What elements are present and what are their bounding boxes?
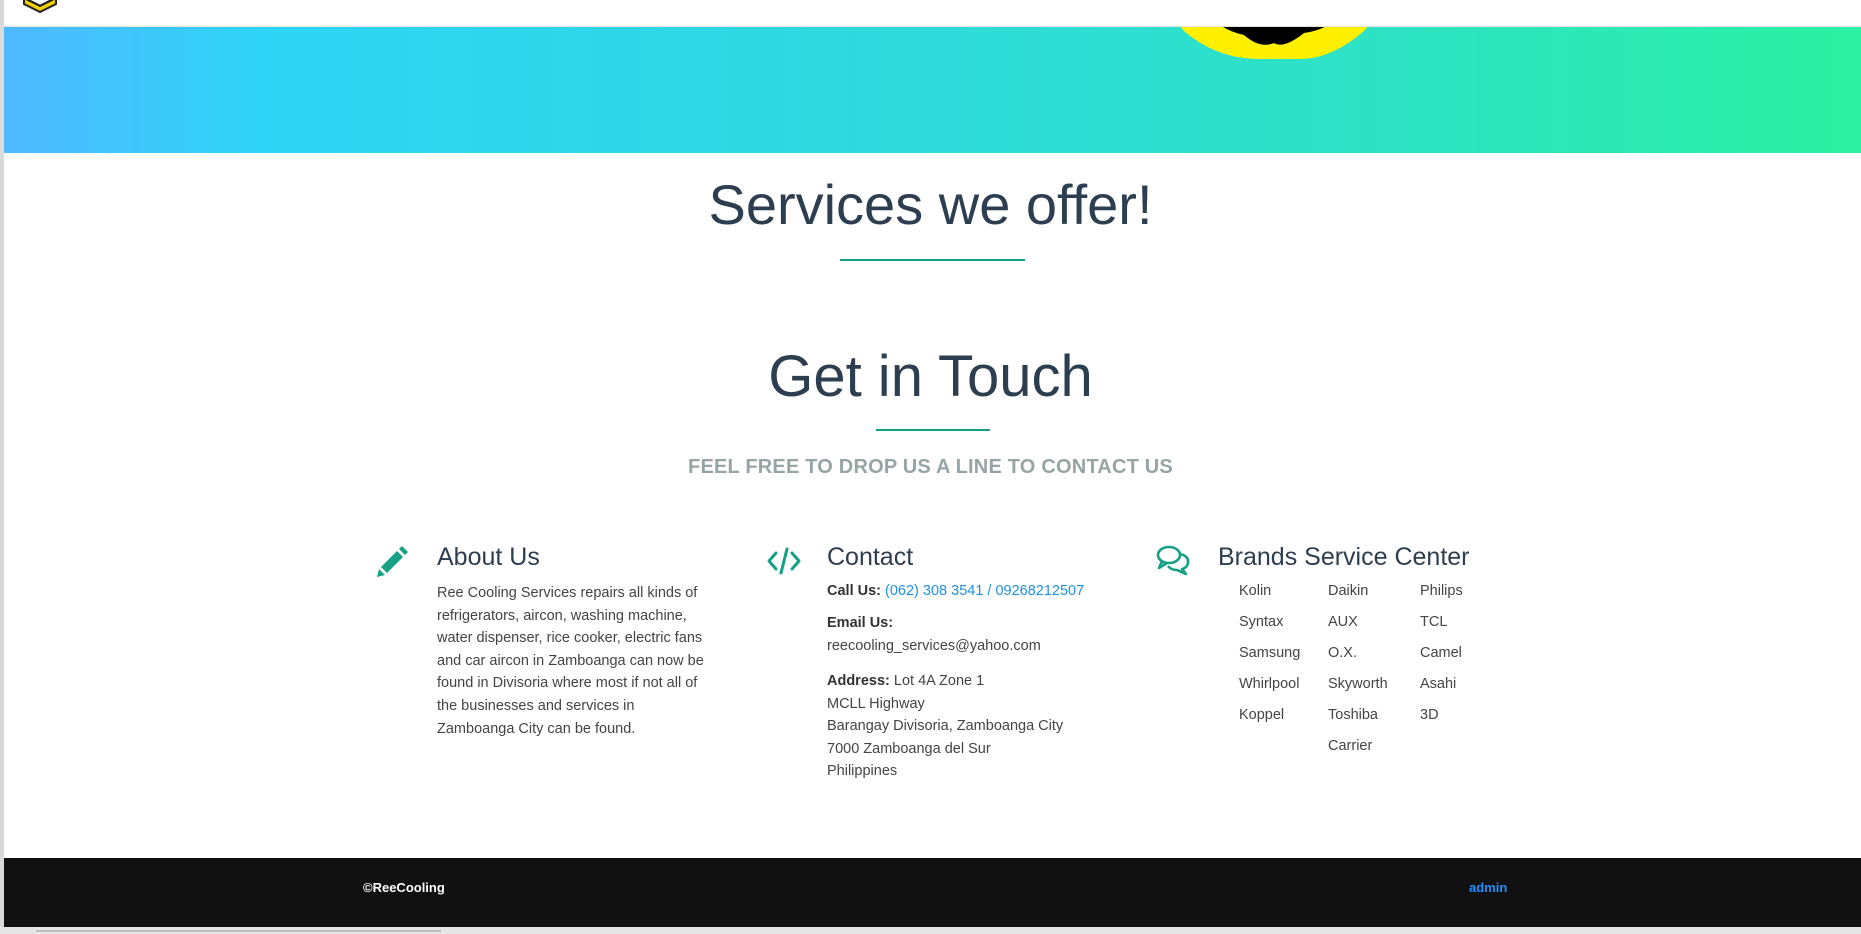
taskbar-segment (36, 930, 296, 932)
brand-item: TCL (1420, 614, 1448, 630)
get-in-touch-title: Get in Touch (768, 344, 1093, 409)
pencil-icon (377, 546, 408, 577)
phone-link[interactable]: (062) 308 3541 / 09268212507 (885, 583, 1084, 599)
get-in-touch-subtitle: FEEL FREE TO DROP US A LINE TO CONTACT U… (688, 456, 1173, 478)
services-divider (840, 259, 1025, 261)
footer: ©ReeCooling admin (4, 858, 1861, 927)
address-line5: Philippines (827, 763, 898, 779)
brand-item: Koppel (1239, 707, 1285, 723)
brand-item: 3D (1420, 707, 1439, 723)
get-in-touch-divider (876, 429, 990, 431)
contact-heading: Contact (827, 543, 914, 571)
address-line4: 7000 Zamboanga del Sur (827, 740, 991, 757)
code-icon (767, 547, 801, 575)
comments-icon (1156, 545, 1190, 576)
about-text: Ree Cooling Services repairs all kinds o… (437, 585, 704, 737)
brand-item: Syntax (1239, 614, 1284, 630)
address-line3: Barangay Divisoria, Zamboanga City (827, 718, 1064, 734)
email-value: reecooling_services@yahoo.com (827, 637, 1041, 654)
brand-item: Samsung (1239, 645, 1301, 661)
hero-mascot-image (1180, 27, 1368, 59)
brand-item: O.X. (1328, 645, 1358, 661)
email-label: Email Us: (827, 615, 894, 631)
about-heading: About Us (437, 543, 540, 571)
top-navbar (4, 0, 1861, 27)
taskbar-segment (296, 930, 441, 932)
brand-item: Toshiba (1328, 707, 1378, 723)
brand-item: Philips (1420, 583, 1463, 599)
address-line2: MCLL Highway (827, 695, 925, 712)
contact-email: Email Us: reecooling_services@yahoo.com (827, 612, 1117, 657)
brand-item: AUX (1328, 614, 1358, 630)
logo-icon[interactable] (22, 0, 58, 14)
hero-banner (4, 27, 1861, 153)
brands-heading: Brands Service Center (1218, 543, 1470, 571)
footer-copyright: ©ReeCooling (363, 880, 445, 895)
brand-item: Whirlpool (1239, 676, 1300, 692)
contact-address: Address: Lot 4A Zone 1 MCLL Highway Bara… (827, 670, 1117, 783)
contact-call: Call Us: (062) 308 3541 / 09268212507 (827, 580, 1117, 603)
address-label: Address: (827, 673, 890, 689)
admin-link[interactable]: admin (1469, 880, 1507, 895)
brand-item: Kolin (1239, 583, 1272, 599)
brand-item: Daikin (1328, 583, 1369, 599)
brand-item: Asahi (1420, 676, 1457, 692)
call-label: Call Us: (827, 583, 881, 599)
brand-item: Skyworth (1328, 676, 1388, 692)
services-title: Services we offer! (708, 173, 1153, 236)
brand-item: Carrier (1328, 738, 1373, 754)
address-line1: Lot 4A Zone 1 (893, 673, 985, 689)
brand-item: Camel (1420, 645, 1462, 661)
